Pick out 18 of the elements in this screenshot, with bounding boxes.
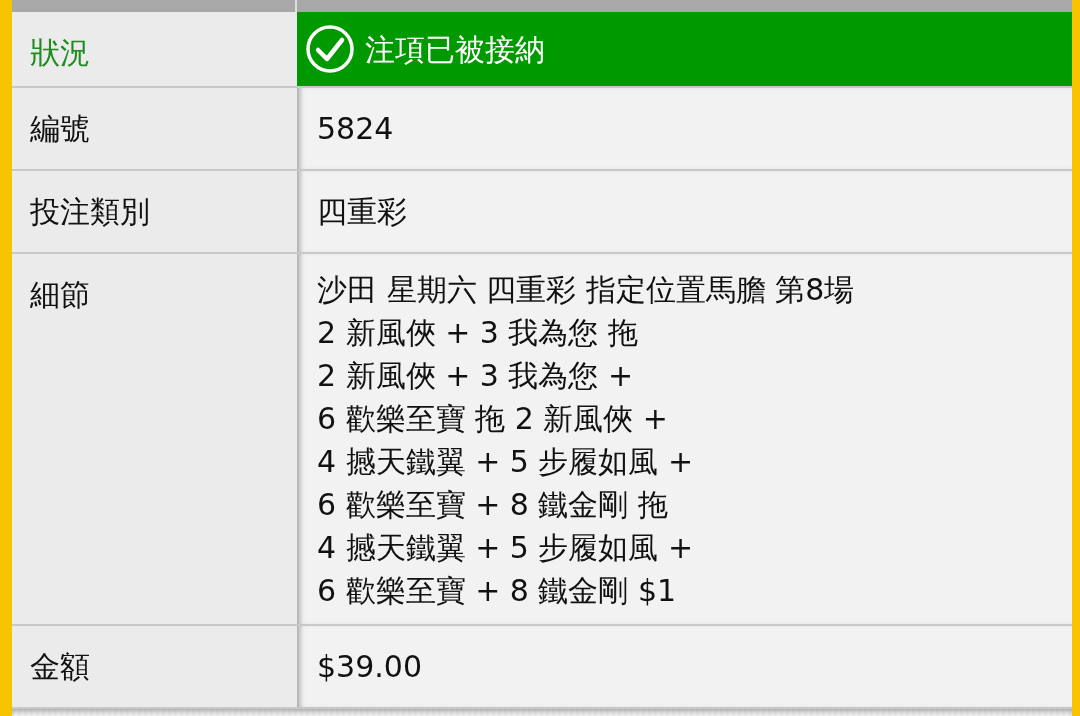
status-text: 注項已被接納 [365, 30, 545, 69]
bet-detail-line: 2 新風俠 + 3 我為您 拖 [317, 314, 639, 352]
field-label: 金額 [30, 648, 90, 686]
bet-detail-line: 4 撼天鐵翼 + 5 步履如風 + [317, 529, 695, 567]
bet-detail-line: 4 撼天鐵翼 + 5 步履如風 + [317, 443, 695, 481]
bet-detail-line: 沙田 星期六 四重彩 指定位置馬膽 第8場 [317, 271, 856, 309]
bet-detail-line: 6 歡樂至寶 拖 2 新風俠 + [317, 400, 669, 438]
field-value: 四重彩 [317, 194, 407, 229]
bet-detail-line: 2 新風俠 + 3 我為您 + [317, 357, 635, 395]
bet-detail-line: 6 歡樂至寶 + 8 鐵金剛 拖 [317, 486, 669, 524]
checkmark-icon [305, 24, 355, 74]
bet-detail-line: 6 歡樂至寶 + 8 鐵金剛 $1 [317, 572, 678, 610]
field-value: $39.00 [317, 649, 422, 684]
field-value: 5824 [317, 111, 394, 146]
field-label: 編號 [30, 110, 90, 148]
field-label: 投注類別 [30, 193, 150, 231]
field-label: 狀況 [30, 34, 90, 72]
field-label: 細節 [30, 276, 90, 314]
